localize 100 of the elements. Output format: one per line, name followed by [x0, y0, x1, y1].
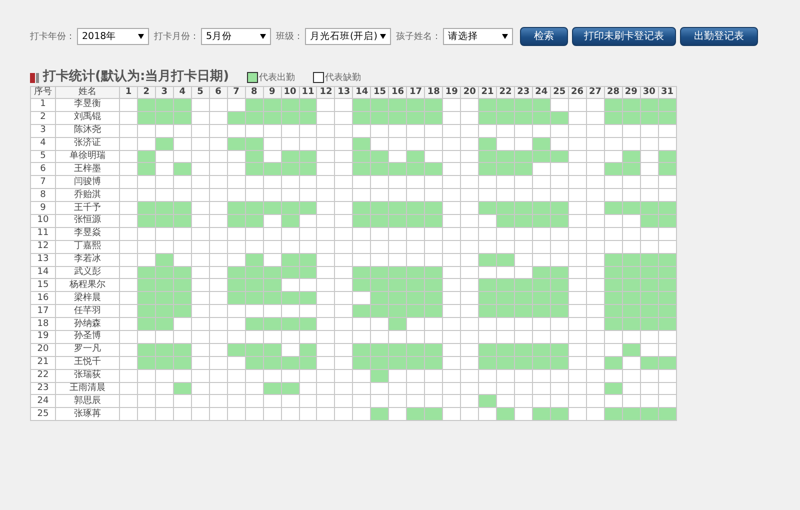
student-name: 杨程果尔	[56, 278, 120, 292]
row-number: 13	[30, 253, 56, 266]
student-name: 李昱焱	[56, 227, 120, 240]
student-name: 梁梓晨	[56, 292, 120, 305]
row-number: 1	[30, 98, 56, 112]
row-number: 19	[30, 330, 56, 344]
day-header: 9	[263, 86, 282, 98]
day-header: 12	[316, 86, 335, 98]
row-number: 23	[30, 382, 56, 395]
row-number: 5	[30, 150, 56, 163]
day-header: 5	[191, 86, 210, 98]
student-name: 王千予	[56, 202, 120, 215]
student-name: 任芊羽	[56, 304, 120, 318]
day-header: 27	[586, 86, 604, 98]
day-header: 15	[370, 86, 389, 98]
day-header: 6	[209, 86, 228, 98]
row-number: 9	[30, 202, 56, 215]
day-header: 17	[406, 86, 425, 98]
filter-select[interactable]: 月光石班(开启)	[305, 28, 391, 44]
row-number: 4	[30, 137, 56, 150]
student-name: 罗一凡	[56, 343, 120, 356]
student-name: 乔贻淇	[56, 188, 120, 202]
legend-label: 代表出勤	[259, 72, 296, 84]
student-name: 孙圣博	[56, 330, 120, 344]
day-header: 14	[352, 86, 371, 98]
student-name: 武义彭	[56, 266, 120, 279]
day-header: 29	[622, 86, 640, 98]
student-name: 陈沐尧	[56, 124, 120, 138]
day-header: 21	[478, 86, 497, 98]
day-header: 23	[514, 86, 532, 98]
row-number: 22	[30, 369, 56, 382]
action-button[interactable]: 检索	[520, 26, 568, 46]
day-header: 13	[334, 86, 353, 98]
day-header: 19	[442, 86, 461, 98]
day-header: 8	[245, 86, 264, 98]
row-number: 18	[30, 318, 56, 331]
row-number: 16	[30, 292, 56, 305]
row-number: 10	[30, 214, 56, 228]
student-name: 单徐明瑞	[56, 150, 120, 163]
action-button[interactable]: 出勤登记表	[680, 26, 758, 46]
column-header: 姓名	[56, 86, 120, 98]
day-header: 1	[120, 86, 138, 98]
row-number: 17	[30, 304, 56, 318]
student-name: 王梓墨	[56, 162, 120, 176]
day-header: 22	[496, 86, 514, 98]
row-number: 11	[30, 227, 56, 240]
day-header: 16	[388, 86, 407, 98]
student-name: 丁嘉熙	[56, 240, 120, 254]
row-number: 12	[30, 240, 56, 254]
section-title: 打卡统计(默认为:当月打卡日期)	[43, 68, 230, 85]
dropdown-caret-icon	[502, 34, 508, 38]
filter-label: 打卡年份：	[30, 30, 75, 42]
day-header: 31	[658, 86, 676, 98]
day-header: 18	[424, 86, 443, 98]
row-number: 20	[30, 343, 56, 356]
row-number: 3	[30, 124, 56, 138]
row-number: 8	[30, 188, 56, 202]
filter-label: 打卡月份：	[154, 30, 199, 42]
student-name: 闫骏博	[56, 176, 120, 189]
dropdown-caret-icon	[260, 34, 266, 38]
title-marker-icon	[30, 73, 39, 83]
day-header: 25	[550, 86, 568, 98]
student-name: 王雨清晨	[56, 382, 120, 395]
row-number: 14	[30, 266, 56, 279]
student-name: 孙纳森	[56, 318, 120, 331]
row-number: 7	[30, 176, 56, 189]
day-header: 28	[604, 86, 622, 98]
day-header: 2	[137, 86, 156, 98]
day-header: 30	[640, 86, 658, 98]
student-name: 张恒源	[56, 214, 120, 228]
legend-label: 代表缺勤	[325, 72, 362, 84]
filter-select[interactable]: 请选择	[443, 28, 513, 44]
day-header: 3	[155, 86, 174, 98]
filter-select[interactable]: 5月份	[201, 28, 271, 44]
filter-label: 孩子姓名：	[396, 30, 441, 42]
row-number: 2	[30, 111, 56, 124]
day-header: 10	[281, 86, 300, 98]
student-name: 刘禹锟	[56, 111, 120, 124]
row-number: 24	[30, 394, 56, 408]
filter-label: 班级：	[276, 30, 303, 42]
row-number: 21	[30, 356, 56, 370]
column-header: 序号	[30, 86, 56, 98]
row-number: 6	[30, 162, 56, 176]
action-button[interactable]: 打印未刷卡登记表	[572, 26, 676, 46]
student-name: 张瑞荻	[56, 369, 120, 382]
student-name: 李若冰	[56, 253, 120, 266]
day-header: 7	[227, 86, 246, 98]
day-header: 20	[460, 86, 479, 98]
day-header: 24	[532, 86, 550, 98]
dropdown-caret-icon	[380, 34, 386, 38]
student-name: 王悦千	[56, 356, 120, 370]
day-header: 26	[568, 86, 586, 98]
day-header: 4	[173, 86, 192, 98]
student-name: 张琢苒	[56, 408, 120, 421]
row-number: 15	[30, 278, 56, 292]
dropdown-caret-icon	[138, 34, 144, 38]
student-name: 郭思辰	[56, 394, 120, 408]
student-name: 张济证	[56, 137, 120, 150]
day-header: 11	[299, 86, 317, 98]
filter-select[interactable]: 2018年	[77, 28, 149, 44]
